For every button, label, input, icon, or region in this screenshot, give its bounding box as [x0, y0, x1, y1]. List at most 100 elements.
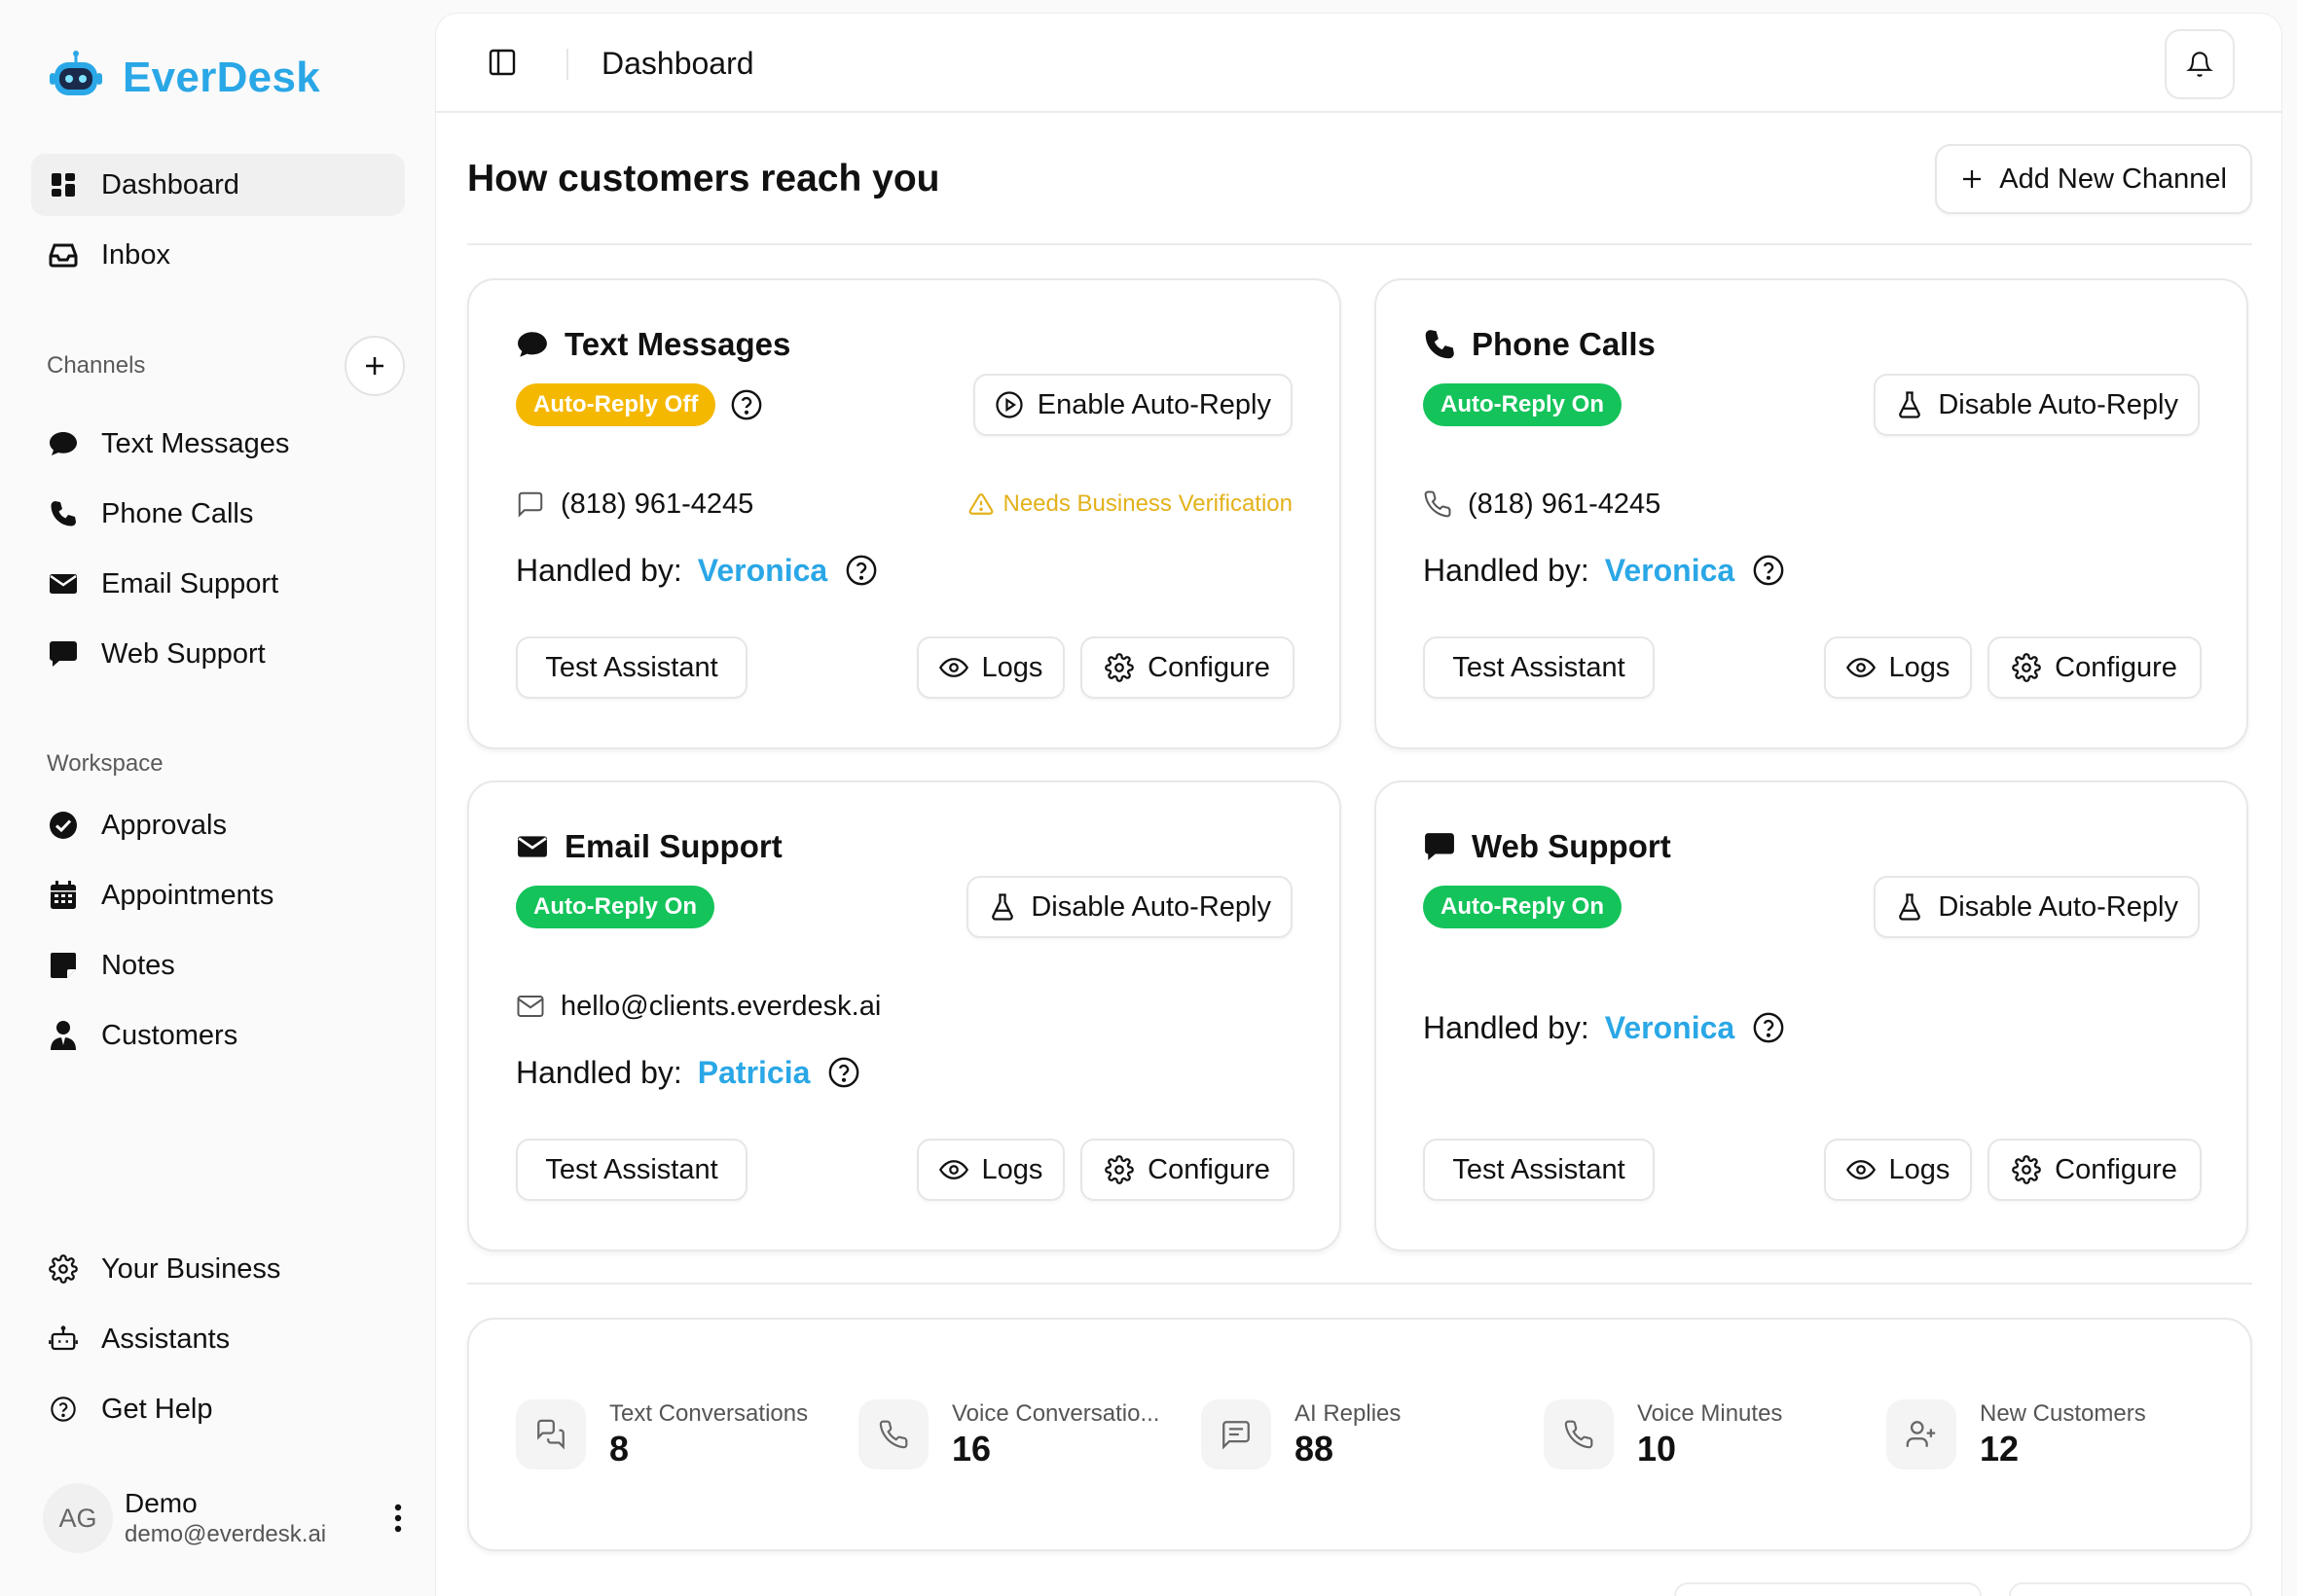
- bell-icon: [2186, 52, 2213, 77]
- agent-name-link[interactable]: Patricia: [698, 1055, 811, 1091]
- sidebar-item-label: Assistants: [101, 1323, 231, 1355]
- help-circle-icon[interactable]: [1752, 1011, 1785, 1044]
- configure-button[interactable]: Configure: [1080, 1139, 1294, 1201]
- sidebar-item-label: Web Support: [101, 637, 266, 670]
- help-circle-icon[interactable]: [730, 388, 763, 421]
- disable-auto-reply-button[interactable]: Disable Auto-Reply: [966, 876, 1293, 938]
- sidebar-item-phone-calls[interactable]: Phone Calls: [31, 483, 405, 545]
- disable-auto-reply-button[interactable]: Disable Auto-Reply: [1874, 374, 2200, 436]
- handled-by-row: Handled by: Veronica: [516, 549, 878, 592]
- logs-label: Logs: [1888, 1153, 1951, 1185]
- add-channel-button[interactable]: [345, 336, 405, 396]
- stat-label: Voice Conversatio...: [952, 1400, 1160, 1427]
- help-circle-icon[interactable]: [845, 554, 878, 587]
- help-circle-icon[interactable]: [1752, 554, 1785, 587]
- plus-icon: [366, 357, 383, 375]
- handled-by-row: Handled by: Veronica: [1423, 549, 1785, 592]
- sidebar-item-inbox[interactable]: Inbox: [31, 224, 405, 286]
- logs-button[interactable]: Logs: [1824, 636, 1972, 699]
- agent-name-link[interactable]: Veronica: [698, 553, 827, 589]
- user-meta: Demo demo@everdesk.ai: [125, 1487, 383, 1549]
- channels-heading: Channels: [31, 336, 405, 396]
- gear-icon: [1105, 1155, 1134, 1184]
- sidebar-item-your-business[interactable]: Your Business: [31, 1238, 405, 1300]
- sidebar-item-dashboard[interactable]: Dashboard: [31, 154, 405, 216]
- sidebar-toggle-icon[interactable]: [487, 47, 522, 82]
- verification-warning[interactable]: Needs Business Verification: [968, 489, 1293, 520]
- test-assistant-button[interactable]: Test Assistant: [1423, 636, 1655, 699]
- enable-auto-reply-button[interactable]: Enable Auto-Reply: [972, 374, 1293, 436]
- sidebar-item-assistants[interactable]: Assistants: [31, 1308, 405, 1370]
- partial-button[interactable]: [2009, 1582, 2252, 1596]
- handled-by-label: Handled by:: [1423, 552, 1589, 588]
- stat-text: AI Replies 88: [1294, 1399, 1401, 1469]
- stat-label: AI Replies: [1294, 1400, 1402, 1427]
- stat-value: 10: [1637, 1429, 1677, 1469]
- more-vertical-icon[interactable]: [383, 1499, 413, 1538]
- stat-text: Voice Minutes 10: [1637, 1399, 1782, 1469]
- logs-button[interactable]: Logs: [1824, 1139, 1972, 1201]
- help-circle-icon[interactable]: [827, 1056, 860, 1089]
- message-square-icon: [1423, 830, 1456, 863]
- channel-card-web-support: Web Support Auto-Reply On Disable Auto-R…: [1374, 780, 2248, 1251]
- main-panel: Dashboard How customers reach you Add Ne…: [436, 14, 2281, 1596]
- sidebar-item-appointments[interactable]: Appointments: [31, 864, 405, 926]
- card-title: Text Messages: [565, 326, 791, 362]
- topbar: Dashboard: [436, 14, 2281, 113]
- help-circle-icon: [49, 1395, 78, 1424]
- stats-panel: Text Conversations 8 Voice Conversatio..…: [467, 1318, 2252, 1551]
- user-profile[interactable]: AG Demo demo@everdesk.ai: [43, 1481, 413, 1555]
- brand-logo[interactable]: EverDesk: [47, 49, 320, 107]
- sidebar-item-get-help[interactable]: Get Help: [31, 1378, 405, 1440]
- sidebar-item-web-support[interactable]: Web Support: [31, 623, 405, 685]
- inbox-icon: [49, 240, 78, 270]
- workspace-nav: Approvals Appointments Notes Customers: [31, 794, 405, 1074]
- notifications-button[interactable]: [2165, 29, 2235, 99]
- add-new-channel-label: Add New Channel: [1999, 163, 2227, 195]
- test-assistant-button[interactable]: Test Assistant: [1423, 1139, 1655, 1201]
- logs-label: Logs: [981, 1153, 1043, 1185]
- configure-button[interactable]: Configure: [1987, 1139, 2202, 1201]
- logs-button[interactable]: Logs: [917, 1139, 1065, 1201]
- configure-button[interactable]: Configure: [1080, 636, 1294, 699]
- divider: [467, 1283, 2252, 1285]
- status-badge: Auto-Reply Off: [516, 383, 716, 426]
- status-badge: Auto-Reply On: [516, 886, 714, 928]
- gear-icon: [1105, 653, 1134, 682]
- test-assistant-button[interactable]: Test Assistant: [516, 636, 747, 699]
- channel-card-phone-calls: Phone Calls Auto-Reply On Disable Auto-R…: [1374, 278, 2248, 749]
- envelope-icon: [49, 569, 78, 598]
- agent-name-link[interactable]: Veronica: [1605, 553, 1734, 589]
- sidebar-item-approvals[interactable]: Approvals: [31, 794, 405, 856]
- card-title: Web Support: [1472, 828, 1671, 864]
- sidebar-item-email-support[interactable]: Email Support: [31, 553, 405, 615]
- card-title: Phone Calls: [1472, 326, 1656, 362]
- disable-auto-reply-button[interactable]: Disable Auto-Reply: [1874, 876, 2200, 938]
- play-circle-icon: [996, 391, 1023, 418]
- contact-row: (818) 961-4245: [516, 487, 753, 522]
- eye-icon: [938, 1160, 968, 1179]
- configure-button[interactable]: Configure: [1987, 636, 2202, 699]
- add-new-channel-button[interactable]: Add New Channel: [1935, 144, 2252, 214]
- toggle-label: Disable Auto-Reply: [1938, 890, 2178, 923]
- agent-name-link[interactable]: Veronica: [1605, 1010, 1734, 1046]
- sidebar-item-text-messages[interactable]: Text Messages: [31, 413, 405, 475]
- test-assistant-button[interactable]: Test Assistant: [516, 1139, 747, 1201]
- phone-icon: [858, 1399, 929, 1469]
- sidebar-item-customers[interactable]: Customers: [31, 1004, 405, 1067]
- partial-button[interactable]: [1674, 1582, 1982, 1596]
- logs-button[interactable]: Logs: [917, 636, 1065, 699]
- dashboard-icon: [49, 170, 78, 200]
- toggle-label: Enable Auto-Reply: [1037, 388, 1271, 420]
- page-title: Dashboard: [602, 46, 754, 81]
- robot-logo-icon: [50, 51, 102, 95]
- stat-text-conversations: Text Conversations 8: [516, 1397, 847, 1471]
- gear-icon: [49, 1254, 78, 1284]
- channels-section: Channels: [31, 336, 405, 396]
- gear-icon: [2012, 653, 2041, 682]
- stat-text: New Customers 12: [1980, 1399, 2146, 1469]
- mail-icon: [517, 996, 544, 1017]
- calendar-icon: [49, 881, 78, 910]
- card-header: Web Support: [1423, 825, 1671, 868]
- sidebar-item-notes[interactable]: Notes: [31, 934, 405, 997]
